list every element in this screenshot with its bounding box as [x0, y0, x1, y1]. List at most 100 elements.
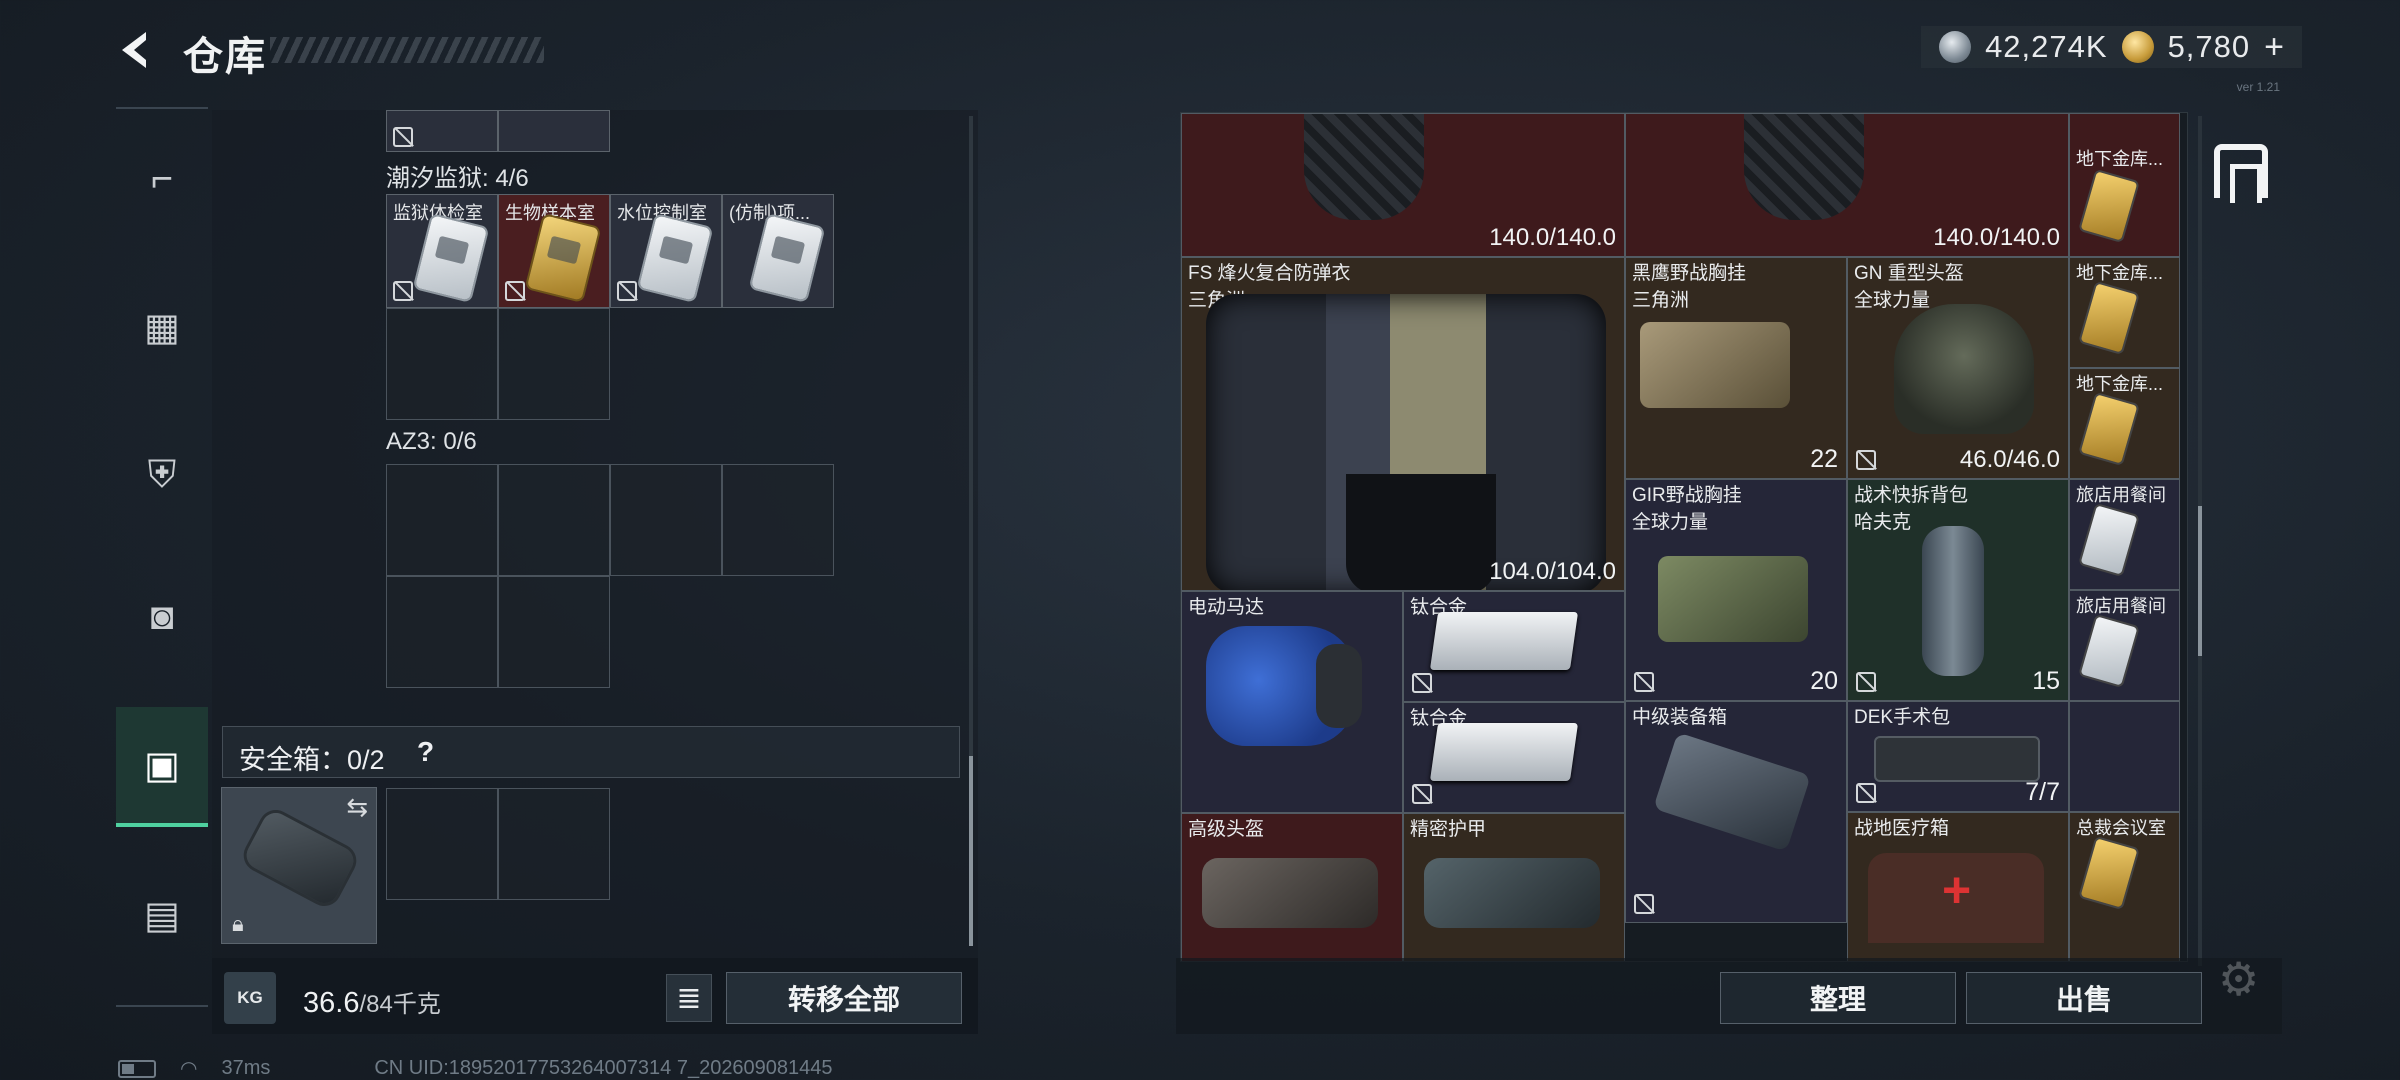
item-dek-surgical-kit[interactable]: DEK手术包 7/7	[1847, 701, 2069, 812]
item-advanced-helmet[interactable]: 高级头盔	[1181, 813, 1403, 961]
safebox-slot[interactable]	[498, 788, 610, 900]
add-currency-button[interactable]: +	[2264, 28, 2284, 67]
safebox-slot[interactable]	[386, 788, 498, 900]
nav-briefcase[interactable]: ▤	[116, 855, 208, 975]
item-name: FS 烽火复合防弹衣	[1188, 263, 1351, 284]
nav-safebox[interactable]: ▣	[116, 707, 208, 827]
item-mid-equipment-box[interactable]: 中级装备箱	[1625, 701, 1847, 923]
keycard-image	[414, 215, 488, 301]
item-name: 总裁会议室	[2076, 818, 2166, 838]
durability: 140.0/140.0	[1933, 224, 2060, 251]
scroll-thumb[interactable]	[969, 756, 973, 946]
item-black-eagle-rig[interactable]: 黑鹰野战胸挂 三角洲 22	[1625, 257, 1847, 479]
item-name: DEK手术包	[1854, 707, 1951, 728]
gear-image	[1202, 858, 1378, 928]
item-titanium-2[interactable]: 钛合金	[1403, 702, 1625, 813]
item-tactical-backpack[interactable]: 战术快拆背包 哈夫克 15	[1847, 479, 2069, 701]
nav-backpack[interactable]: ◙	[116, 557, 208, 677]
empty-keycard-slot[interactable]	[498, 464, 610, 576]
item-field-medkit[interactable]: 战地医疗箱	[1847, 812, 2069, 961]
nav-chest-rig[interactable]: ▦	[116, 267, 208, 387]
pistol-icon: ⌐	[150, 157, 174, 200]
chest-rig-image	[1640, 322, 1790, 408]
item-precision-armor[interactable]: 精密护甲	[1403, 813, 1625, 961]
keycard-bio-sample[interactable]: 生物样本室	[498, 194, 610, 308]
empty-keycard-slot[interactable]	[498, 576, 610, 688]
no-insure-icon	[393, 281, 413, 301]
empty-keycard-slot[interactable]	[386, 308, 498, 420]
scroll-thumb[interactable]	[2198, 506, 2202, 656]
back-arrow-icon[interactable]	[112, 26, 160, 74]
organize-button[interactable]: 整理	[1720, 972, 1956, 1024]
item-electric-motor[interactable]: 电动马达	[1181, 591, 1403, 813]
keycard-replica[interactable]: (仿制)项...	[722, 194, 834, 308]
keycard-image	[2080, 394, 2138, 464]
capacity-count: 20	[1810, 667, 1838, 695]
silver-coin-icon	[1939, 31, 1972, 63]
item-titanium-1[interactable]: 钛合金	[1403, 591, 1625, 702]
item-fs-armor-vest[interactable]: FS 烽火复合防弹衣 三角洲 104.0/104.0	[1181, 257, 1625, 591]
nav-weapons[interactable]: ⌐	[116, 119, 208, 239]
safebox-icon: ▣	[144, 744, 180, 787]
silver-amount: 42,274K	[1985, 29, 2108, 64]
no-insure-icon	[1412, 784, 1432, 804]
gold-amount: 5,780	[2167, 29, 2251, 64]
keycard-vault-3[interactable]: 地下金库...	[2069, 368, 2180, 479]
sell-button[interactable]: 出售	[1966, 972, 2202, 1024]
battery-icon	[118, 1059, 156, 1078]
no-insure-icon	[505, 281, 525, 301]
stash-tab-icon[interactable]	[2214, 144, 2268, 203]
transfer-all-button[interactable]: 转移全部	[726, 972, 962, 1024]
keycard-image	[526, 215, 600, 301]
item-gn-heavy-helmet[interactable]: GN 重型头盔 全球力量 46.0/46.0	[1847, 257, 2069, 479]
empty-keycard-slot[interactable]	[386, 464, 498, 576]
item-name: 战术快拆背包	[1854, 485, 1969, 506]
grid-empty-cell[interactable]	[2069, 701, 2180, 812]
keycard-prison-exam[interactable]: 监狱体检室	[386, 194, 498, 308]
keycard-hotel-dining-2[interactable]: 旅店用餐间	[2069, 590, 2180, 701]
safebox-header: 安全箱：0/2 ?	[222, 726, 960, 778]
keycard-vault-1[interactable]: 地下金库...	[2069, 113, 2180, 257]
item-gir-rig[interactable]: GIR野战胸挂 全球力量 20	[1625, 479, 1847, 701]
currency-bar: 42,274K 5,780 +	[1921, 26, 2302, 68]
empty-keycard-slot[interactable]	[610, 464, 722, 576]
keycard-hotel-dining-1[interactable]: 旅店用餐间	[2069, 479, 2180, 590]
item-faction: 三角洲	[1632, 290, 1690, 311]
no-insure-icon	[1856, 450, 1876, 470]
keycard-ceo-meeting[interactable]: 总裁会议室	[2069, 812, 2180, 961]
empty-keycard-slot[interactable]	[498, 308, 610, 420]
left-scrollbar[interactable]	[969, 116, 973, 946]
keycard-water-control[interactable]: 水位控制室	[610, 194, 722, 308]
weight-icon: KG	[224, 972, 276, 1024]
nav-armor[interactable]: ⛨	[116, 415, 208, 535]
keycard-slot-partial[interactable]	[386, 110, 498, 152]
vest-image	[1304, 114, 1424, 220]
help-icon[interactable]: ?	[417, 736, 434, 768]
safebox-container[interactable]: ⇆ 🔒︎	[221, 787, 377, 944]
list-view-button[interactable]: ≣	[666, 974, 712, 1022]
motor-image	[1206, 626, 1362, 746]
category-nav: ⌐ ▦ ⛨ ◙ ▣ ▤	[116, 107, 208, 1007]
empty-keycard-slot[interactable]	[722, 464, 834, 576]
item-name: 电动马达	[1188, 597, 1265, 618]
item-faction: 哈夫克	[1854, 512, 1912, 533]
keycard-slot-partial[interactable]	[498, 110, 610, 152]
weight-current: 36.6	[303, 987, 360, 1019]
swap-icon[interactable]: ⇆	[346, 792, 368, 823]
item-vest-top-right[interactable]: 140.0/140.0	[1625, 113, 2069, 257]
no-insure-icon	[1634, 894, 1654, 914]
gold-coin-icon	[2121, 31, 2154, 63]
item-name: 战地医疗箱	[1854, 818, 1950, 839]
stash-grid: 140.0/140.0 140.0/140.0 FS 烽火复合防弹衣 三角洲 1…	[1180, 112, 2188, 962]
item-vest-top-left[interactable]: 140.0/140.0	[1181, 113, 1625, 257]
stash-scrollbar[interactable]	[2198, 116, 2202, 966]
empty-keycard-slot[interactable]	[386, 576, 498, 688]
item-name: 中级装备箱	[1632, 707, 1728, 728]
item-name: 高级头盔	[1188, 819, 1265, 840]
no-insure-icon	[393, 127, 413, 147]
section-az3: AZ3: 0/6	[386, 428, 477, 455]
backpack-icon: ◙	[150, 595, 174, 638]
keycard-vault-2[interactable]: 地下金库...	[2069, 257, 2180, 368]
keycard-image	[2080, 616, 2138, 686]
keycard-image	[2080, 838, 2138, 908]
